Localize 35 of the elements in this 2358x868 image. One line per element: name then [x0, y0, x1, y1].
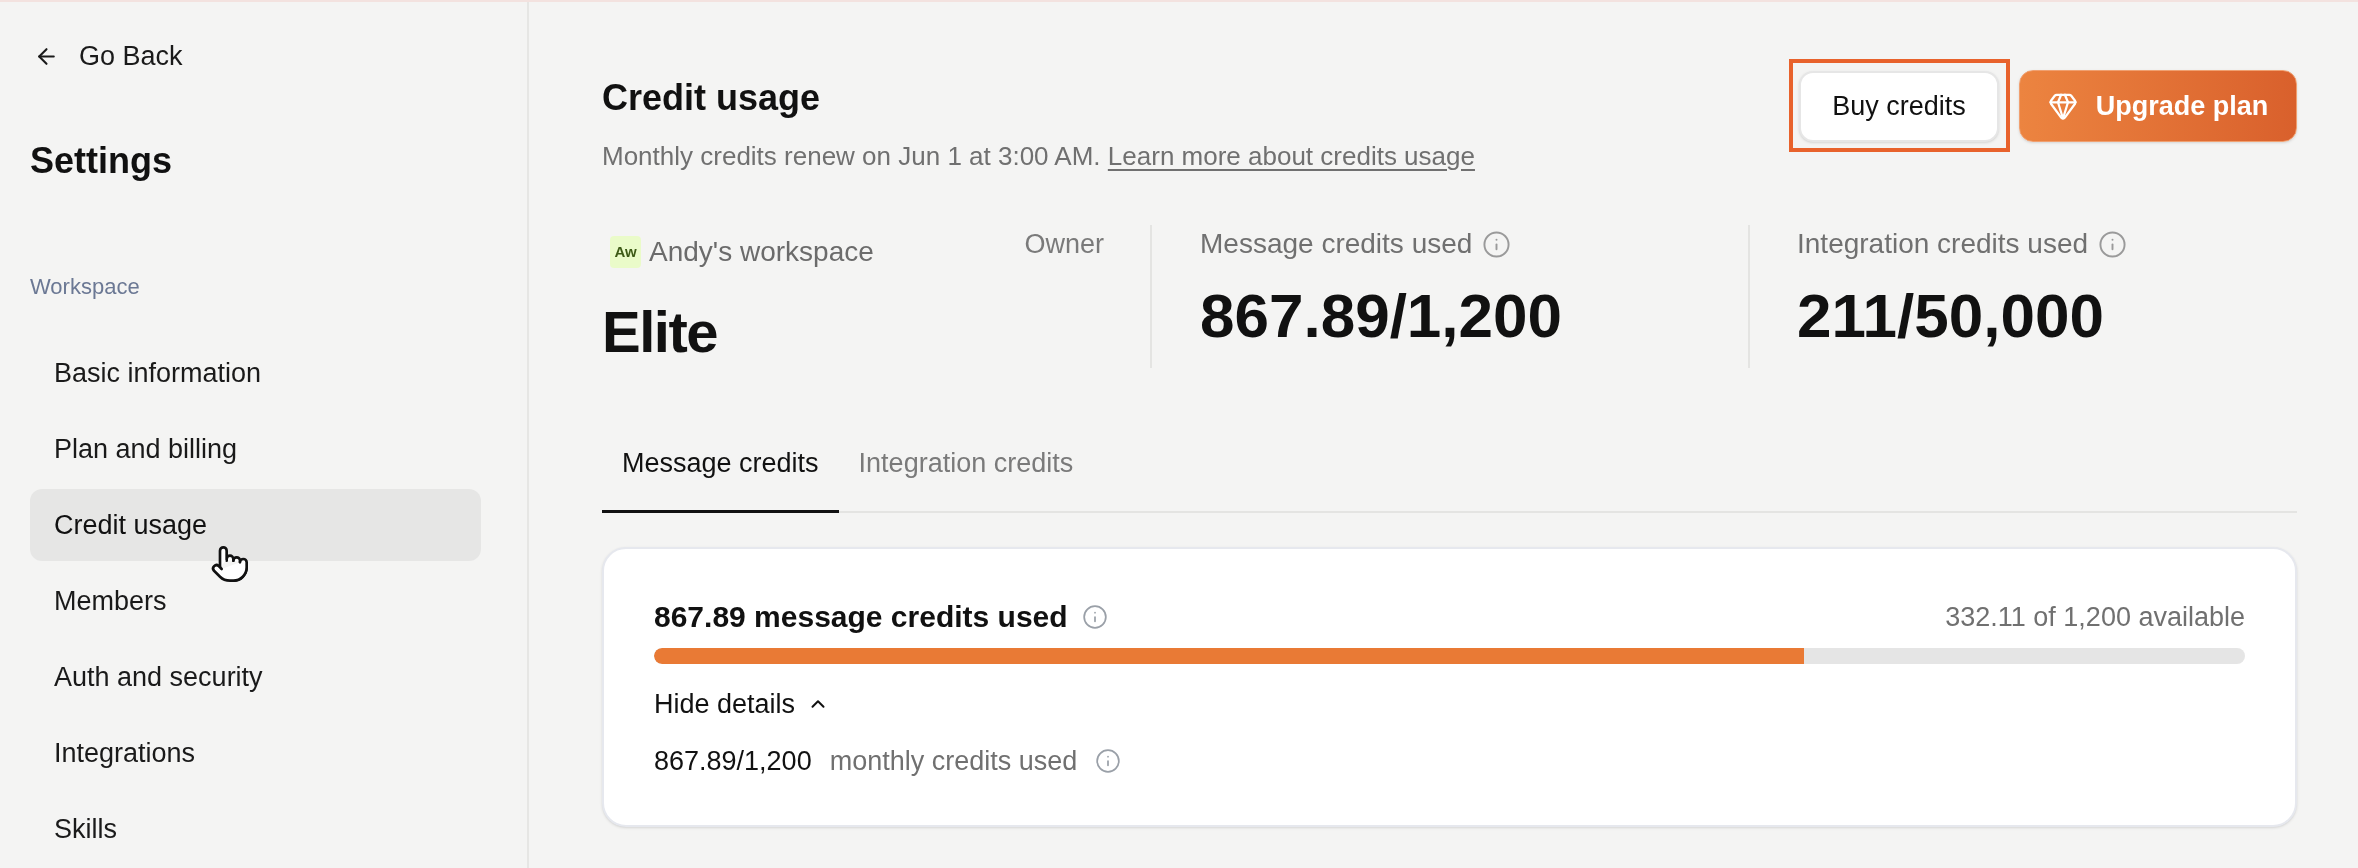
back-link[interactable]: Go Back [34, 38, 183, 74]
info-icon[interactable] [1482, 229, 1512, 259]
tab[interactable]: Integration credits [838, 418, 1094, 513]
hand-cursor-icon [210, 544, 250, 584]
renewal-note: Monthly credits renew on Jun 1 at 3:00 AM. Learn more about credits usage [602, 140, 1475, 173]
page-title: Credit usage [602, 76, 821, 120]
stat-value: 211/50,000 [1797, 281, 2104, 351]
sidebar-item[interactable]: Skills [30, 793, 481, 865]
sidebar-item[interactable]: Basic information [30, 337, 481, 409]
workspace-name: Andy's workspace [649, 236, 874, 268]
usage-title: 867.89 message credits used [654, 599, 1068, 635]
learn-more-link[interactable]: Learn more about credits usage [1107, 141, 1475, 171]
sidebar-item[interactable]: Auth and security [30, 641, 481, 713]
available-credits: 332.11 of 1,200 available [1945, 601, 2245, 634]
sidebar-item[interactable]: Integrations [30, 717, 481, 789]
plan-name: Elite [602, 300, 717, 364]
tab[interactable]: Message credits [602, 418, 839, 513]
section-label: Workspace [30, 273, 140, 301]
stat-value: 867.89/1,200 [1200, 281, 1562, 351]
sidebar-item[interactable]: Plan and billing [30, 413, 481, 485]
diamond-icon [2047, 91, 2078, 121]
info-icon[interactable] [1081, 604, 1108, 630]
buy-button[interactable]: Buy credits [1799, 70, 1999, 142]
settings-title: Settings [30, 139, 172, 183]
detail-value: 867.89/1,200 [654, 745, 812, 778]
detail-label: monthly credits used [829, 745, 1078, 778]
workspace-avatar: Aw [610, 236, 641, 268]
info-icon[interactable] [2098, 229, 2128, 259]
sidebar-item[interactable]: Members [30, 565, 481, 637]
sidebar-item[interactable]: Credit usage [30, 489, 481, 561]
stat-label: Integration credits used [1797, 227, 2089, 261]
stat-label: Message credits used [1200, 227, 1473, 261]
info-icon[interactable] [1095, 748, 1122, 774]
role-label: Owner [1024, 228, 1104, 261]
details-toggle[interactable]: Hide details [654, 686, 830, 722]
